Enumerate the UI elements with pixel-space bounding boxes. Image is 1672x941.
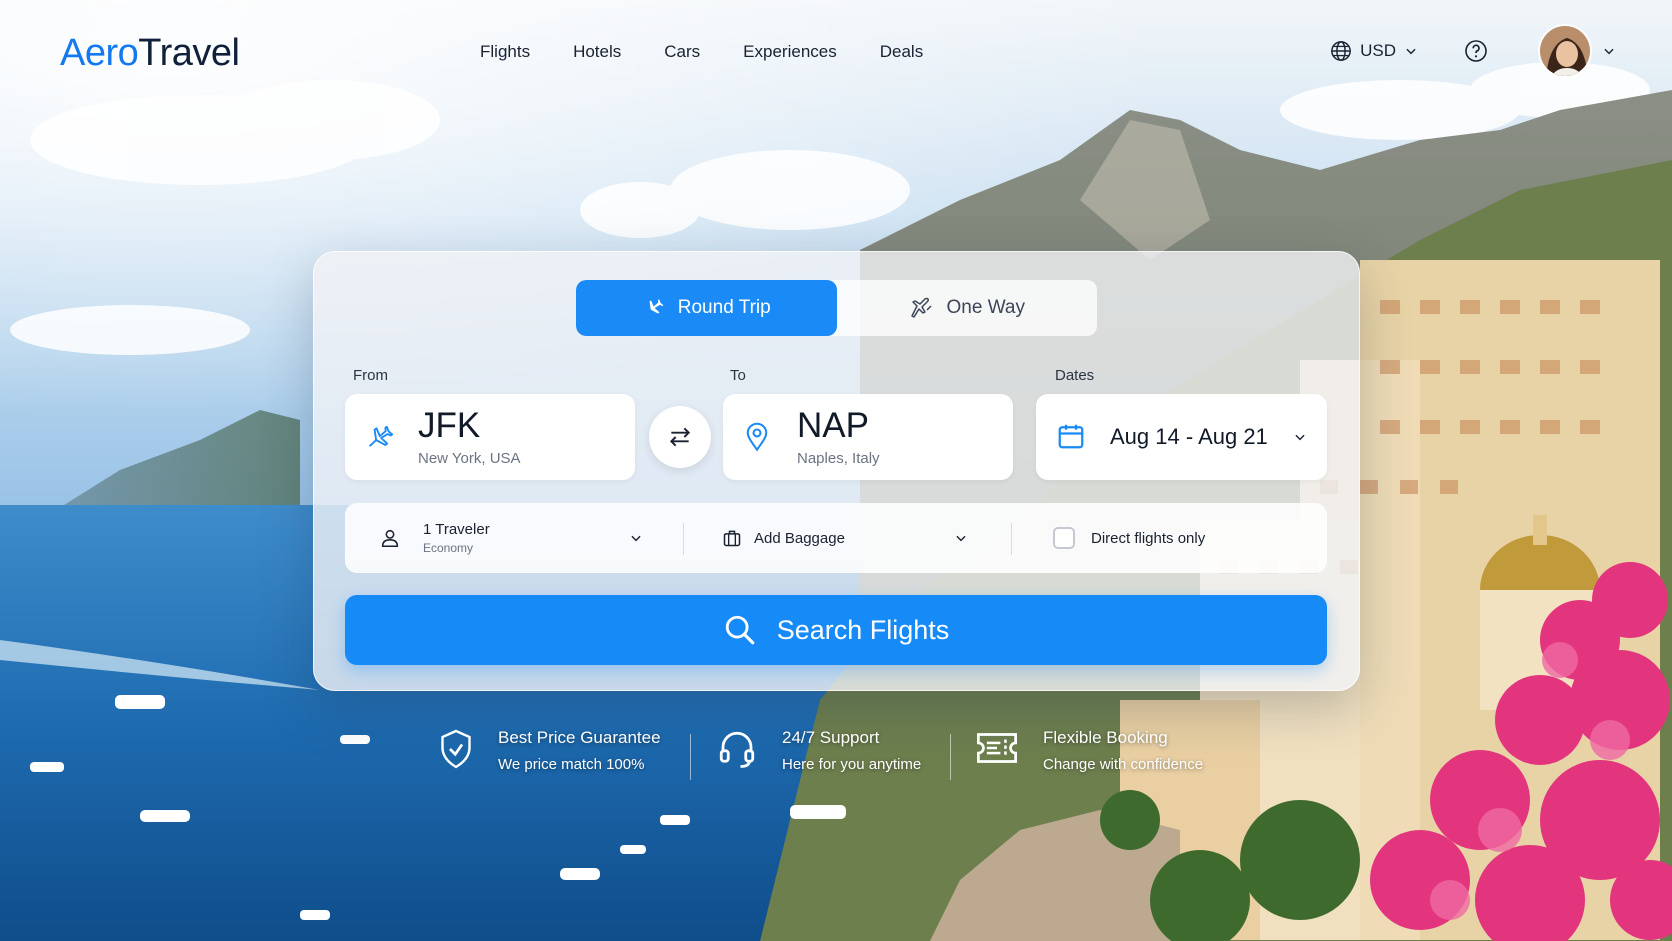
baggage-label: Add Baggage — [754, 529, 845, 547]
chevron-down-icon — [1604, 48, 1614, 55]
luggage-icon — [723, 530, 741, 547]
swap-arrows-icon — [669, 427, 691, 447]
feature-best-price: Best Price Guarantee We price match 100% — [438, 728, 661, 773]
from-label: From — [353, 367, 388, 384]
dates-label: Dates — [1055, 367, 1095, 384]
trip-type-toggle: Round Trip One Way — [576, 280, 1097, 336]
calendar-icon — [1058, 424, 1084, 449]
to-city: Naples, Italy — [797, 450, 880, 467]
nav-item-deals[interactable]: Deals — [880, 42, 923, 62]
person-icon — [381, 529, 399, 548]
chevron-down-icon — [1295, 434, 1305, 441]
travelers-count: 1 Traveler — [423, 521, 490, 538]
search-flights-button[interactable]: Search Flights — [345, 595, 1327, 665]
feature-flexible: Flexible Booking Change with confidence — [975, 728, 1203, 773]
swap-airports-button[interactable] — [649, 406, 711, 468]
feature-divider — [950, 734, 951, 780]
feature-title: Best Price Guarantee — [498, 728, 661, 747]
from-field[interactable]: JFK New York, USA — [345, 394, 635, 480]
headset-icon — [719, 731, 755, 768]
dates-field[interactable]: Aug 14 - Aug 21 — [1036, 394, 1327, 480]
direct-flights-label: Direct flights only — [1091, 529, 1206, 547]
shield-check-icon — [441, 729, 471, 769]
nav-item-cars[interactable]: Cars — [664, 42, 700, 62]
feature-title: 24/7 Support — [782, 728, 880, 747]
currency-selector[interactable]: USD — [1330, 40, 1418, 62]
chevron-down-icon — [631, 535, 641, 542]
nav-item-experiences[interactable]: Experiences — [743, 42, 837, 62]
travelers-selector[interactable]: 1 Traveler Economy — [379, 503, 641, 573]
baggage-selector[interactable]: Add Baggage — [722, 503, 982, 573]
options-divider — [1011, 523, 1012, 555]
search-options-bar: 1 Traveler Economy Add Baggage Direct fl — [345, 503, 1327, 573]
tab-round-trip-label: Round Trip — [677, 297, 771, 318]
airplane-departure-icon — [910, 297, 932, 318]
globe-icon — [1331, 41, 1351, 61]
feature-subtitle: Here for you anytime — [782, 756, 922, 773]
from-city: New York, USA — [418, 450, 521, 467]
main-nav: Flights Hotels Cars Experiences Deals — [480, 42, 966, 62]
user-photo-icon — [1540, 26, 1590, 76]
avatar — [1538, 24, 1592, 78]
brand-logo-part1: Aero — [60, 32, 139, 74]
user-menu[interactable] — [1538, 24, 1616, 78]
to-label: To — [730, 367, 746, 384]
chevron-down-icon — [1406, 48, 1416, 55]
ticket-icon — [977, 733, 1017, 763]
to-field[interactable]: NAP Naples, Italy — [723, 394, 1013, 480]
direct-flights-toggle[interactable]: Direct flights only — [1053, 503, 1293, 573]
from-airport-code: JFK — [418, 406, 481, 445]
feature-title: Flexible Booking — [1043, 728, 1168, 747]
top-header: AeroTravel Flights Hotels Cars Experienc… — [0, 0, 1672, 108]
chevron-down-icon — [956, 535, 966, 542]
search-flights-label: Search Flights — [776, 614, 950, 645]
feature-subtitle: We price match 100% — [498, 756, 645, 773]
brand-logo[interactable]: AeroTravel — [60, 32, 240, 75]
help-icon[interactable] — [1464, 39, 1488, 63]
brand-logo-part2: Travel — [138, 32, 240, 74]
search-icon — [725, 615, 755, 645]
dates-value: Aug 14 - Aug 21 — [1110, 424, 1268, 449]
to-airport-code: NAP — [797, 406, 869, 445]
airplane-icon — [369, 425, 393, 447]
direct-flights-checkbox[interactable] — [1053, 527, 1075, 549]
nav-item-hotels[interactable]: Hotels — [573, 42, 621, 62]
tab-round-trip[interactable]: Round Trip — [576, 280, 837, 336]
feature-subtitle: Change with confidence — [1043, 756, 1204, 773]
feature-support: 24/7 Support Here for you anytime — [716, 728, 921, 773]
tab-one-way-label: One Way — [946, 297, 1026, 318]
feature-divider — [690, 734, 691, 780]
flight-search-card: Round Trip One Way From To Dates JFK New… — [313, 251, 1360, 691]
tab-one-way[interactable]: One Way — [837, 280, 1098, 336]
nav-item-flights[interactable]: Flights — [480, 42, 530, 62]
options-divider — [683, 523, 684, 555]
airplane-icon — [645, 299, 664, 315]
location-pin-icon — [746, 422, 768, 452]
currency-label: USD — [1360, 41, 1396, 60]
cabin-class: Economy — [423, 541, 474, 555]
header-actions: USD — [1330, 24, 1616, 78]
